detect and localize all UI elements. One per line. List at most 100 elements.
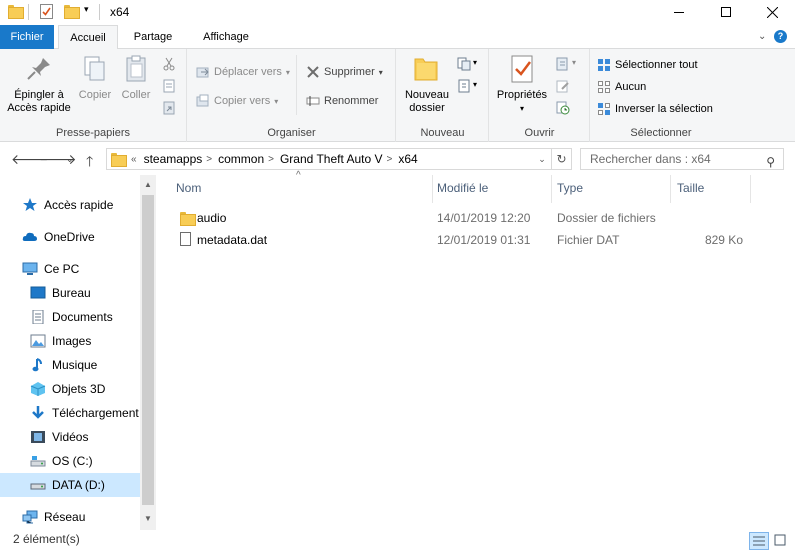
search-icon[interactable]: ⚲ — [766, 152, 775, 172]
column-header-type[interactable]: Type — [557, 181, 583, 195]
sidebar-item-onedrive[interactable]: OneDrive — [0, 225, 140, 249]
properties-button[interactable]: Propriétés ▾ — [492, 53, 552, 115]
search-placeholder: Rechercher dans : x64 — [590, 152, 711, 166]
breadcrumb-item[interactable]: x64 — [398, 152, 417, 166]
sidebar-item-downloads[interactable]: Téléchargement — [0, 401, 140, 425]
sidebar-item-drive-c[interactable]: OS (C:) — [0, 449, 140, 473]
scroll-down-icon[interactable]: ▼ — [140, 511, 156, 527]
copy-to-button[interactable]: Copier vers ▾ — [196, 94, 278, 108]
large-icons-view-icon — [774, 534, 786, 546]
properties-qat-icon[interactable] — [40, 4, 53, 19]
properties-icon — [506, 53, 538, 85]
chevron-down-icon[interactable]: ▾ — [473, 58, 477, 67]
tab-file[interactable]: Fichier — [0, 25, 54, 49]
sidebar-item-desktop[interactable]: Bureau — [0, 281, 140, 305]
paste-shortcut-icon[interactable] — [162, 101, 176, 115]
sidebar-item-pictures[interactable]: Images — [0, 329, 140, 353]
chevron-right-icon[interactable]: > — [386, 154, 392, 165]
new-folder-button[interactable]: Nouveau dossier — [399, 53, 455, 115]
move-to-icon — [196, 65, 210, 79]
sidebar-scrollbar-thumb[interactable] — [142, 195, 154, 505]
up-arrow-icon[interactable]: 🡑 — [86, 151, 93, 175]
column-divider[interactable] — [670, 175, 671, 203]
star-icon — [22, 198, 38, 212]
address-bar[interactable]: « steamapps > common > Grand Theft Auto … — [106, 148, 552, 170]
paste-button[interactable]: Coller — [116, 53, 156, 102]
item-count: 2 élément(s) — [13, 532, 80, 546]
column-divider[interactable] — [750, 175, 751, 203]
organize-divider — [296, 55, 297, 115]
chevron-down-icon[interactable]: ▾ — [572, 58, 576, 67]
column-header-modified[interactable]: Modifié le — [437, 181, 488, 195]
easy-access-icon[interactable] — [457, 79, 471, 93]
sidebar-item-this-pc[interactable]: Ce PC — [0, 257, 140, 281]
new-folder-qat-icon[interactable] — [64, 5, 80, 19]
overflow-crumb[interactable]: « — [131, 154, 137, 165]
invert-selection-button[interactable]: Inverser la sélection — [597, 102, 713, 116]
sidebar-item-label: Bureau — [52, 286, 91, 300]
chevron-right-icon[interactable]: > — [206, 154, 212, 165]
refresh-icon[interactable]: ↻ — [552, 148, 572, 170]
qat-dropdown-icon[interactable]: ▾ — [84, 4, 89, 15]
history-icon[interactable] — [556, 101, 570, 115]
address-dropdown-icon[interactable]: ⌄ — [533, 148, 551, 170]
large-icons-view-button[interactable] — [771, 532, 791, 550]
sidebar-item-3d-objects[interactable]: Objets 3D — [0, 377, 140, 401]
recent-locations-icon[interactable]: ⌄ — [66, 154, 74, 165]
maximize-button[interactable] — [703, 0, 749, 24]
pictures-icon — [30, 334, 46, 348]
edit-icon[interactable] — [556, 79, 570, 93]
close-button[interactable] — [749, 0, 795, 24]
details-view-button[interactable] — [749, 532, 769, 550]
chevron-down-icon[interactable]: ▾ — [473, 80, 477, 89]
cut-icon[interactable] — [162, 57, 176, 71]
chevron-right-icon[interactable]: > — [268, 154, 274, 165]
breadcrumb-item[interactable]: common — [218, 152, 264, 166]
breadcrumb-item[interactable]: steamapps — [144, 152, 203, 166]
organize-group-label: Organiser — [267, 127, 316, 139]
table-row[interactable]: metadata.dat 12/01/2019 01:31 Fichier DA… — [171, 229, 791, 251]
delete-button[interactable]: Supprimer ▾ — [306, 65, 383, 79]
select-none-icon — [597, 80, 611, 94]
pin-quick-access-button[interactable]: Épingler à Accès rapide — [4, 53, 74, 115]
rename-button[interactable]: Renommer — [306, 94, 378, 108]
column-divider[interactable] — [432, 175, 433, 203]
rename-label: Renommer — [324, 95, 379, 107]
sidebar-item-network[interactable]: Réseau — [0, 505, 140, 529]
copy-button[interactable]: Copier — [76, 53, 114, 102]
open-icon[interactable] — [556, 57, 570, 71]
properties-label: Propriétés — [496, 89, 548, 101]
open-group: Propriétés ▾ ▾ Ouvrir — [490, 49, 590, 142]
delete-icon — [306, 65, 320, 79]
column-divider[interactable] — [551, 175, 552, 203]
maximize-icon — [721, 7, 731, 17]
scroll-up-icon[interactable]: ▲ — [140, 177, 156, 193]
minimize-button[interactable] — [656, 0, 702, 24]
sidebar-item-music[interactable]: Musique — [0, 353, 140, 377]
search-input[interactable]: Rechercher dans : x64 ⚲ — [580, 148, 784, 170]
sidebar-item-label: Objets 3D — [52, 382, 106, 396]
sidebar-item-videos[interactable]: Vidéos — [0, 425, 140, 449]
file-type: Fichier DAT — [557, 233, 620, 247]
column-header-name[interactable]: Nom — [176, 181, 201, 195]
tab-share[interactable]: Partage — [123, 25, 183, 49]
move-to-button[interactable]: Déplacer vers ▾ — [196, 65, 290, 79]
column-header-size[interactable]: Taille — [677, 181, 704, 195]
sidebar-item-quick-access[interactable]: Accès rapide — [0, 193, 140, 217]
expand-ribbon-icon[interactable]: ⌄ — [758, 31, 766, 42]
sidebar-item-documents[interactable]: Documents — [0, 305, 140, 329]
table-row[interactable]: audio 14/01/2019 12:20 Dossier de fichie… — [171, 207, 791, 229]
help-icon[interactable]: ? — [774, 30, 787, 43]
breadcrumb-item[interactable]: Grand Theft Auto V — [280, 152, 383, 166]
clipboard-group: Épingler à Accès rapide Copier Coller Pr… — [0, 49, 187, 142]
file-size: 829 Ko — [704, 233, 743, 247]
select-none-button[interactable]: Aucun — [597, 80, 646, 94]
copy-path-icon[interactable] — [162, 79, 176, 93]
select-group-label: Sélectionner — [630, 127, 692, 139]
sidebar-item-drive-d[interactable]: DATA (D:) — [0, 473, 140, 497]
file-list: ^ Nom Modifié le Type Taille audio 14/01… — [157, 170, 795, 530]
new-item-icon[interactable] — [457, 57, 471, 71]
tab-home[interactable]: Accueil — [58, 25, 118, 50]
tab-view[interactable]: Affichage — [190, 25, 262, 49]
select-all-button[interactable]: Sélectionner tout — [597, 58, 698, 72]
